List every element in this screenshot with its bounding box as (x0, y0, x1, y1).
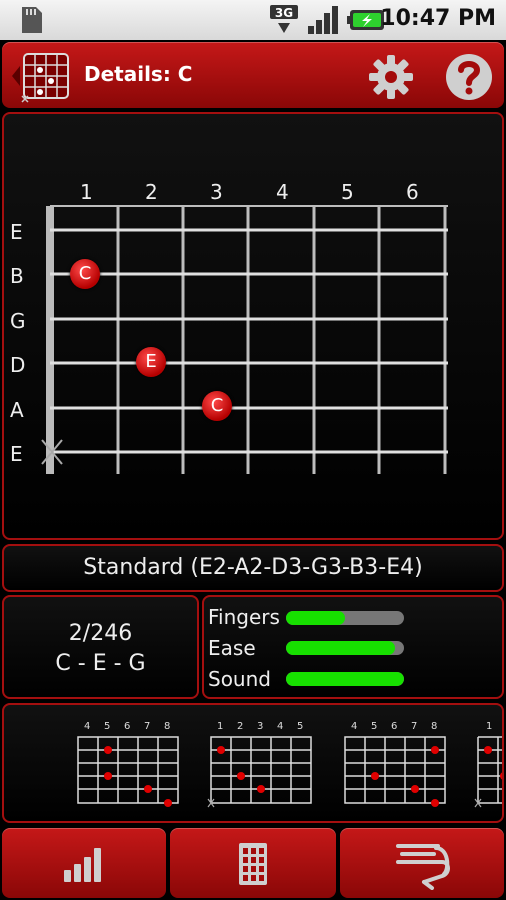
network-type-text: 3G (275, 6, 293, 20)
grid-button[interactable] (170, 828, 336, 898)
chord-thumbnail[interactable]: 1 (474, 719, 502, 815)
string-name: E (10, 220, 23, 244)
tuning-label: Standard (E2-A2-D3-G3-B3-E4) (83, 555, 423, 580)
chord-grid-icon[interactable] (10, 48, 74, 104)
string-name: D (10, 353, 26, 377)
mini-fret-number: 4 (84, 721, 91, 732)
status-clock: 10:47 PM (380, 6, 496, 31)
alternatives-panel: 4 5 6 7 8 1 2 3 4 5 4 5 6 7 8 1 (2, 703, 504, 823)
mini-fret-number: 1 (486, 721, 493, 732)
mini-fret-number: 4 (351, 721, 358, 732)
mini-fret-number: 4 (277, 721, 284, 732)
metric-bar-ease (286, 641, 404, 655)
status-bar: 3G 10:47 PM (0, 0, 506, 40)
string-name: B (10, 264, 24, 288)
mini-fret-number: 5 (371, 721, 378, 732)
metric-label-sound: Sound (208, 667, 271, 691)
stats-button[interactable] (2, 828, 166, 898)
metric-label-ease: Ease (208, 636, 256, 660)
fret-number: 4 (276, 180, 289, 204)
mini-chord-grid (207, 736, 312, 808)
mini-fret-number: 8 (164, 721, 171, 732)
bar-chart-icon (64, 848, 101, 882)
fret-number: 3 (210, 180, 223, 204)
help-icon[interactable] (444, 52, 494, 102)
voicing-index: 2/246 (68, 621, 133, 646)
grid-icon (239, 843, 267, 885)
mini-fret-number: 5 (104, 721, 111, 732)
mini-fret-number: 8 (431, 721, 438, 732)
string-name: A (10, 398, 24, 422)
fret-number: 5 (341, 180, 354, 204)
chord-thumbnail[interactable]: 1 2 3 4 5 (207, 719, 317, 815)
tuning-panel[interactable]: Standard (E2-A2-D3-G3-B3-E4) (2, 544, 504, 592)
fretboard-grid[interactable] (40, 202, 452, 478)
voicing-panel: 2/246 C - E - G (2, 595, 199, 699)
mini-fret-number: 6 (391, 721, 398, 732)
fret-number: 6 (406, 180, 419, 204)
fret-number: 2 (145, 180, 158, 204)
capo-icon (396, 844, 450, 890)
note-dot[interactable]: C (70, 259, 100, 289)
metric-label-fingers: Fingers (208, 605, 280, 629)
mini-chord-grid (344, 736, 446, 807)
fretboard-panel: 1 2 3 4 5 6 E B G D A E C E C (2, 112, 504, 540)
sd-card-icon (22, 7, 42, 33)
mini-fret-number: 7 (144, 721, 151, 732)
app-header: Details: C (2, 42, 504, 108)
mini-fret-number: 7 (411, 721, 418, 732)
metric-bar-fill (286, 611, 345, 625)
metric-bar-sound (286, 672, 404, 686)
page-title: Details: C (84, 62, 193, 86)
metric-bar-fill (286, 672, 404, 686)
string-name: G (10, 309, 26, 333)
signal-icon (308, 6, 338, 34)
mini-fret-number: 1 (217, 721, 224, 732)
fret-number: 1 (80, 180, 93, 204)
metric-bar-fingers (286, 611, 404, 625)
string-name: E (10, 442, 23, 466)
capo-button[interactable] (340, 828, 504, 898)
chord-thumbnail[interactable]: 4 5 6 7 8 (341, 719, 451, 815)
voicing-notes: C - E - G (55, 651, 146, 676)
mini-fret-number: 5 (297, 721, 304, 732)
mini-fret-number: 3 (257, 721, 264, 732)
mini-chord-grid (77, 736, 179, 807)
network-3g-icon: 3G (270, 5, 298, 33)
gear-icon[interactable] (368, 54, 414, 100)
note-dot[interactable]: E (136, 347, 166, 377)
chord-thumbnail[interactable]: 4 5 6 7 8 (74, 719, 184, 815)
mini-fret-number: 6 (124, 721, 131, 732)
mini-fret-number: 2 (237, 721, 244, 732)
metric-bar-fill (286, 641, 395, 655)
note-dot[interactable]: C (202, 391, 232, 421)
mini-chord-grid (474, 736, 502, 808)
